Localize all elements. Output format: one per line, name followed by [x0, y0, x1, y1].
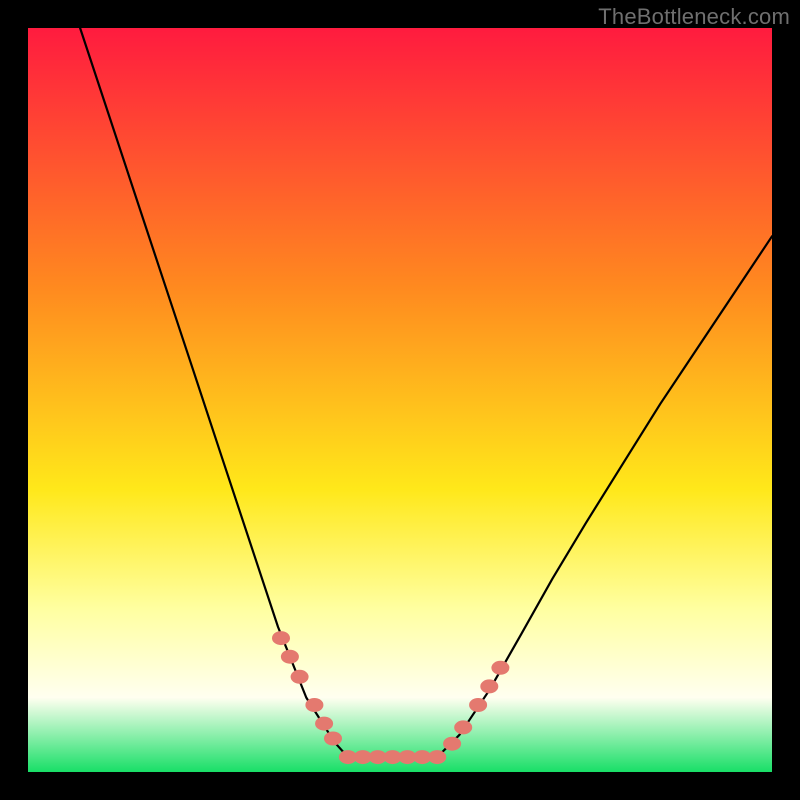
- curve-marker: [454, 720, 472, 734]
- curve-marker: [324, 732, 342, 746]
- curve-marker: [480, 679, 498, 693]
- curve-marker: [315, 717, 333, 731]
- curve-marker: [281, 650, 299, 664]
- curve-marker: [291, 670, 309, 684]
- chart-frame: TheBottleneck.com: [0, 0, 800, 800]
- watermark-text: TheBottleneck.com: [598, 4, 790, 30]
- curve-marker: [272, 631, 290, 645]
- chart-plot-area: [28, 28, 772, 772]
- curve-marker: [443, 737, 461, 751]
- curve-marker: [428, 750, 446, 764]
- curve-marker: [469, 698, 487, 712]
- curve-marker: [305, 698, 323, 712]
- gradient-background: [28, 28, 772, 772]
- curve-marker: [491, 661, 509, 675]
